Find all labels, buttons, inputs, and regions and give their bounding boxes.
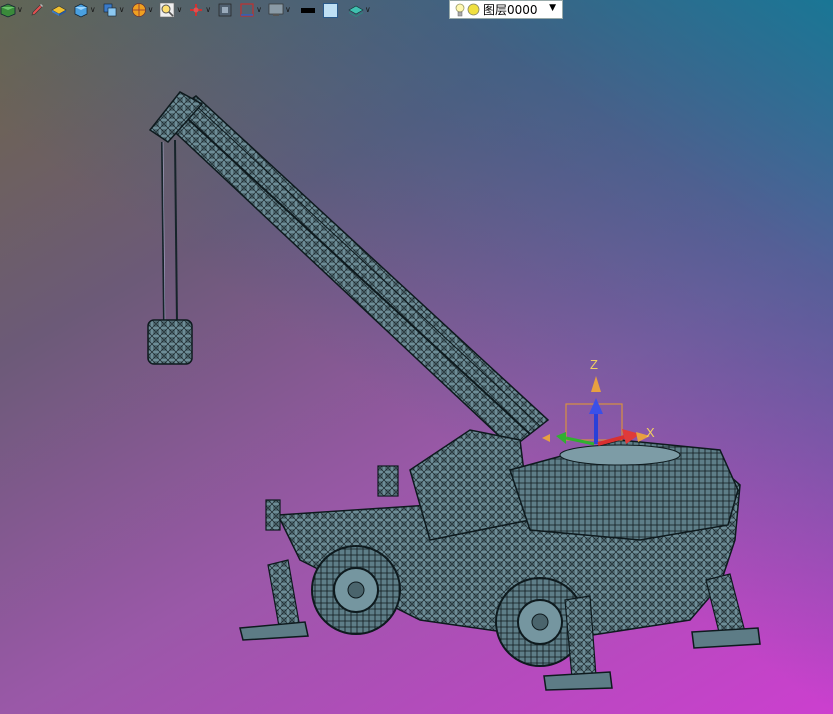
x-axis-label: X <box>646 425 655 440</box>
crane-boom <box>148 91 550 449</box>
crane-model-drawing[interactable]: Z X <box>0 0 833 714</box>
surface-button[interactable] <box>51 1 67 19</box>
views-button[interactable]: ∨ <box>102 1 125 19</box>
hook-block <box>147 319 193 365</box>
solid-box-icon <box>74 3 88 18</box>
color-black-swatch[interactable] <box>300 7 315 13</box>
pencil-icon <box>31 4 43 16</box>
3d-viewport[interactable]: Z X ∨ ∨ ∨ ∨ ∨ ∨ ∨ ∨ ∨ 图层0000 ▼ <box>0 0 833 714</box>
color-blue-swatch[interactable] <box>322 2 338 18</box>
zoom-icon <box>160 2 175 18</box>
zoom-button[interactable]: ∨ <box>159 1 182 19</box>
front-wheel <box>311 545 401 635</box>
outrigger-front-left <box>239 559 309 641</box>
layer-selector[interactable]: 图层0000 ▼ <box>449 0 563 19</box>
display-button[interactable]: ∨ <box>268 1 291 19</box>
dimension-icon <box>240 3 254 17</box>
screen-icon <box>218 3 232 17</box>
coordinate-triad[interactable] <box>542 376 650 446</box>
dimension-button[interactable]: ∨ <box>239 1 262 19</box>
display-icon <box>268 3 284 16</box>
layer-name: 图层0000 <box>483 3 538 17</box>
surface-icon <box>51 5 67 16</box>
cube-green-icon <box>0 3 16 18</box>
layer-stack-icon <box>348 5 364 17</box>
section-button[interactable]: ∨ <box>131 1 153 19</box>
screen-button[interactable] <box>217 1 233 19</box>
section-icon <box>131 3 146 17</box>
sun-icon <box>467 3 480 16</box>
hook-cables <box>161 139 178 325</box>
views-icon <box>103 3 117 17</box>
snap-icon <box>190 4 203 16</box>
snap-button[interactable]: ∨ <box>188 1 211 19</box>
solid-mode-button[interactable]: ∨ <box>0 1 23 19</box>
dropdown-arrow-icon: ▼ <box>549 3 556 13</box>
sketch-button[interactable] <box>29 1 45 19</box>
layer-stack-button[interactable]: ∨ <box>348 1 371 19</box>
z-axis-label: Z <box>590 357 598 372</box>
solid-box-button[interactable]: ∨ <box>73 1 96 19</box>
lightbulb-icon <box>455 3 465 16</box>
